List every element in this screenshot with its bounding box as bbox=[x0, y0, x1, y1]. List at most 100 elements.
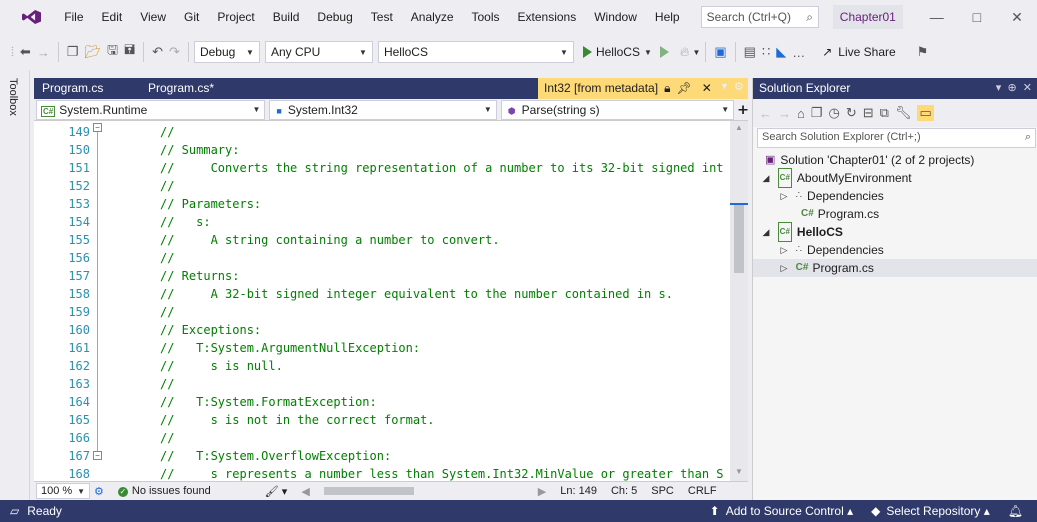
menu-extensions[interactable]: Extensions bbox=[509, 0, 586, 34]
live-share-button[interactable]: ↗ Live Share bbox=[822, 45, 895, 59]
step-icon[interactable]: ∷ bbox=[759, 44, 773, 60]
expanded-icon[interactable]: ◢ bbox=[761, 223, 771, 241]
chevron-down-icon[interactable]: ▼ bbox=[692, 48, 700, 57]
vertical-scrollbar[interactable]: ▲ ▼ bbox=[730, 121, 748, 481]
startup-project-select[interactable]: HelloCS ▼ bbox=[377, 41, 574, 63]
menu-analyze[interactable]: Analyze bbox=[402, 0, 463, 34]
menu-window[interactable]: Window bbox=[585, 0, 646, 34]
menu-help[interactable]: Help bbox=[646, 0, 689, 34]
line-indicator[interactable]: Ln: 149 bbox=[560, 485, 597, 497]
preview-selected-icon[interactable]: ▭ bbox=[917, 105, 934, 121]
split-view-icon[interactable]: ➕︎ bbox=[738, 102, 748, 118]
close-icon[interactable]: ✕ bbox=[997, 9, 1037, 26]
code-line[interactable]: 152 // bbox=[34, 177, 730, 195]
home-icon[interactable]: ⌂ bbox=[797, 106, 805, 121]
tree-project-aboutmyenvironment[interactable]: ◢ C# AboutMyEnvironment bbox=[753, 168, 1037, 188]
hot-reload-icon[interactable]: 🔥︎ bbox=[677, 44, 693, 60]
layout-icon[interactable]: ▤ bbox=[741, 44, 759, 60]
code-line[interactable]: 161 // T:System.ArgumentNullException: bbox=[34, 339, 730, 357]
run-button[interactable]: HelloCS ▼ bbox=[582, 45, 652, 59]
code-line[interactable]: 165 // s is not in the correct format. bbox=[34, 411, 730, 429]
close-tab-icon[interactable]: ✕ bbox=[702, 78, 712, 99]
open-folder-icon[interactable]: 📂︎ bbox=[81, 44, 104, 60]
save-all-icon[interactable]: 🖬︎ bbox=[121, 41, 138, 63]
tree-dependencies[interactable]: ▷ ∴ Dependencies bbox=[753, 187, 1037, 205]
tab-program-cs-modified[interactable]: Program.cs* bbox=[140, 78, 526, 99]
scroll-down-icon[interactable]: ▼ bbox=[735, 467, 743, 476]
feedback-icon[interactable]: ⚑ bbox=[914, 44, 932, 60]
code-line[interactable]: 156 // bbox=[34, 249, 730, 267]
menu-build[interactable]: Build bbox=[264, 0, 309, 34]
pin-icon[interactable]: 📌︎ bbox=[676, 78, 691, 99]
code-line[interactable]: 168 // s represents a number less than Sy… bbox=[34, 465, 730, 481]
output-window-icon[interactable]: ▱ bbox=[10, 504, 19, 518]
back-icon[interactable]: ⬅︎ bbox=[17, 44, 34, 60]
collapsed-icon[interactable]: ▷ bbox=[779, 187, 789, 205]
settings-gear-icon[interactable]: ⚙ bbox=[734, 80, 744, 93]
save-icon[interactable]: 🖫︎ bbox=[104, 41, 121, 63]
collapsed-icon[interactable]: ▷ bbox=[779, 259, 789, 277]
tab-int32-metadata[interactable]: Int32 [from metadata] 🔒︎ 📌︎ ✕ bbox=[538, 78, 748, 99]
menu-project[interactable]: Project bbox=[208, 0, 263, 34]
platform-select[interactable]: Any CPU ▼ bbox=[264, 41, 373, 63]
configuration-select[interactable]: Debug ▼ bbox=[193, 41, 260, 63]
issues-indicator[interactable]: ✓ No issues found bbox=[117, 485, 211, 497]
solution-name-badge[interactable]: Chapter01 bbox=[832, 5, 903, 29]
member-select[interactable]: ⬢ Parse(string s) ▼ bbox=[500, 99, 735, 120]
code-line[interactable]: 154 // s: bbox=[34, 213, 730, 231]
minimize-icon[interactable]: — bbox=[917, 9, 957, 25]
sync-icon[interactable]: ↻ bbox=[846, 105, 857, 121]
code-line[interactable]: 155 // A string containing a number to co… bbox=[34, 231, 730, 249]
tab-program-cs[interactable]: Program.cs bbox=[34, 78, 138, 99]
code-editor[interactable]: 149 // 150 // Summary: 151 // Converts the st… bbox=[34, 121, 730, 481]
scroll-up-icon[interactable]: ▲ bbox=[735, 123, 743, 132]
tab-dropdown-icon[interactable]: ▼ bbox=[720, 81, 729, 91]
code-line[interactable]: 158 // A 32-bit signed integer equivalent… bbox=[34, 285, 730, 303]
forward-icon[interactable]: → bbox=[34, 45, 53, 60]
tree-file-program-cs[interactable]: C# Program.cs bbox=[753, 205, 1037, 223]
back-icon[interactable]: ← bbox=[759, 106, 772, 121]
code-line[interactable]: 153 // Parameters: bbox=[34, 195, 730, 213]
type-select[interactable]: ■ System.Int32 ▼ bbox=[269, 99, 497, 120]
panel-dropdown-icon[interactable]: ▾ bbox=[996, 82, 1002, 94]
code-line[interactable]: 162 // s is null. bbox=[34, 357, 730, 375]
menu-git[interactable]: Git bbox=[175, 0, 208, 34]
undo-icon[interactable]: ↶ bbox=[149, 44, 166, 60]
code-line[interactable]: 166 // bbox=[34, 429, 730, 447]
line-ending-indicator[interactable]: CRLF bbox=[688, 485, 717, 497]
toolbox-label[interactable]: Toolbox bbox=[7, 78, 19, 116]
redo-icon[interactable]: ↷ bbox=[166, 44, 183, 60]
code-line[interactable]: 163 // bbox=[34, 375, 730, 393]
cleanup-brush-icon[interactable]: 🖌︎ ▾ bbox=[265, 485, 288, 498]
overflow-icon[interactable]: … bbox=[789, 45, 808, 60]
tree-dependencies[interactable]: ▷ ∴ Dependencies bbox=[753, 241, 1037, 259]
expanded-icon[interactable]: ◢ bbox=[761, 169, 771, 187]
tree-file-program-cs-selected[interactable]: ▷ C# Program.cs bbox=[753, 259, 1037, 277]
start-without-debugging-icon[interactable] bbox=[659, 46, 669, 58]
collapsed-icon[interactable]: ▷ bbox=[779, 241, 789, 259]
code-line[interactable]: 157 // Returns: bbox=[34, 267, 730, 285]
pin-icon[interactable]: ⊕ bbox=[1007, 82, 1016, 94]
code-line[interactable]: 151 // Converts the string representation… bbox=[34, 159, 730, 177]
code-line[interactable]: 159 // bbox=[34, 303, 730, 321]
close-panel-icon[interactable]: ✕ bbox=[1023, 82, 1032, 94]
menu-edit[interactable]: Edit bbox=[93, 0, 132, 34]
horizontal-scroll-thumb[interactable] bbox=[323, 487, 414, 495]
add-source-control-button[interactable]: Add to Source Control ▴ bbox=[726, 504, 853, 518]
browse-icon[interactable]: ▣ bbox=[711, 44, 729, 60]
menu-test[interactable]: Test bbox=[362, 0, 402, 34]
switch-views-icon[interactable]: ❐ bbox=[811, 105, 823, 121]
solution-explorer-search[interactable]: Search Solution Explorer (Ctrl+;) ⌕ bbox=[757, 128, 1036, 148]
collapse-icon[interactable]: − bbox=[93, 451, 102, 460]
toolbox-strip[interactable]: Toolbox bbox=[0, 70, 30, 500]
pending-changes-icon[interactable]: ◷ bbox=[829, 105, 840, 121]
menu-tools[interactable]: Tools bbox=[463, 0, 509, 34]
pointer-icon[interactable]: ◣ bbox=[773, 44, 789, 60]
code-line[interactable]: 149 // bbox=[34, 123, 730, 141]
properties-icon[interactable]: 🔧︎ bbox=[895, 105, 912, 121]
zoom-select[interactable]: 100 % ▼ bbox=[36, 483, 90, 499]
show-all-files-icon[interactable]: ⧉ bbox=[880, 105, 889, 121]
scroll-right-icon[interactable]: ▶ bbox=[538, 485, 546, 498]
scroll-left-icon[interactable]: ◀ bbox=[301, 485, 309, 498]
menu-debug[interactable]: Debug bbox=[308, 0, 361, 34]
